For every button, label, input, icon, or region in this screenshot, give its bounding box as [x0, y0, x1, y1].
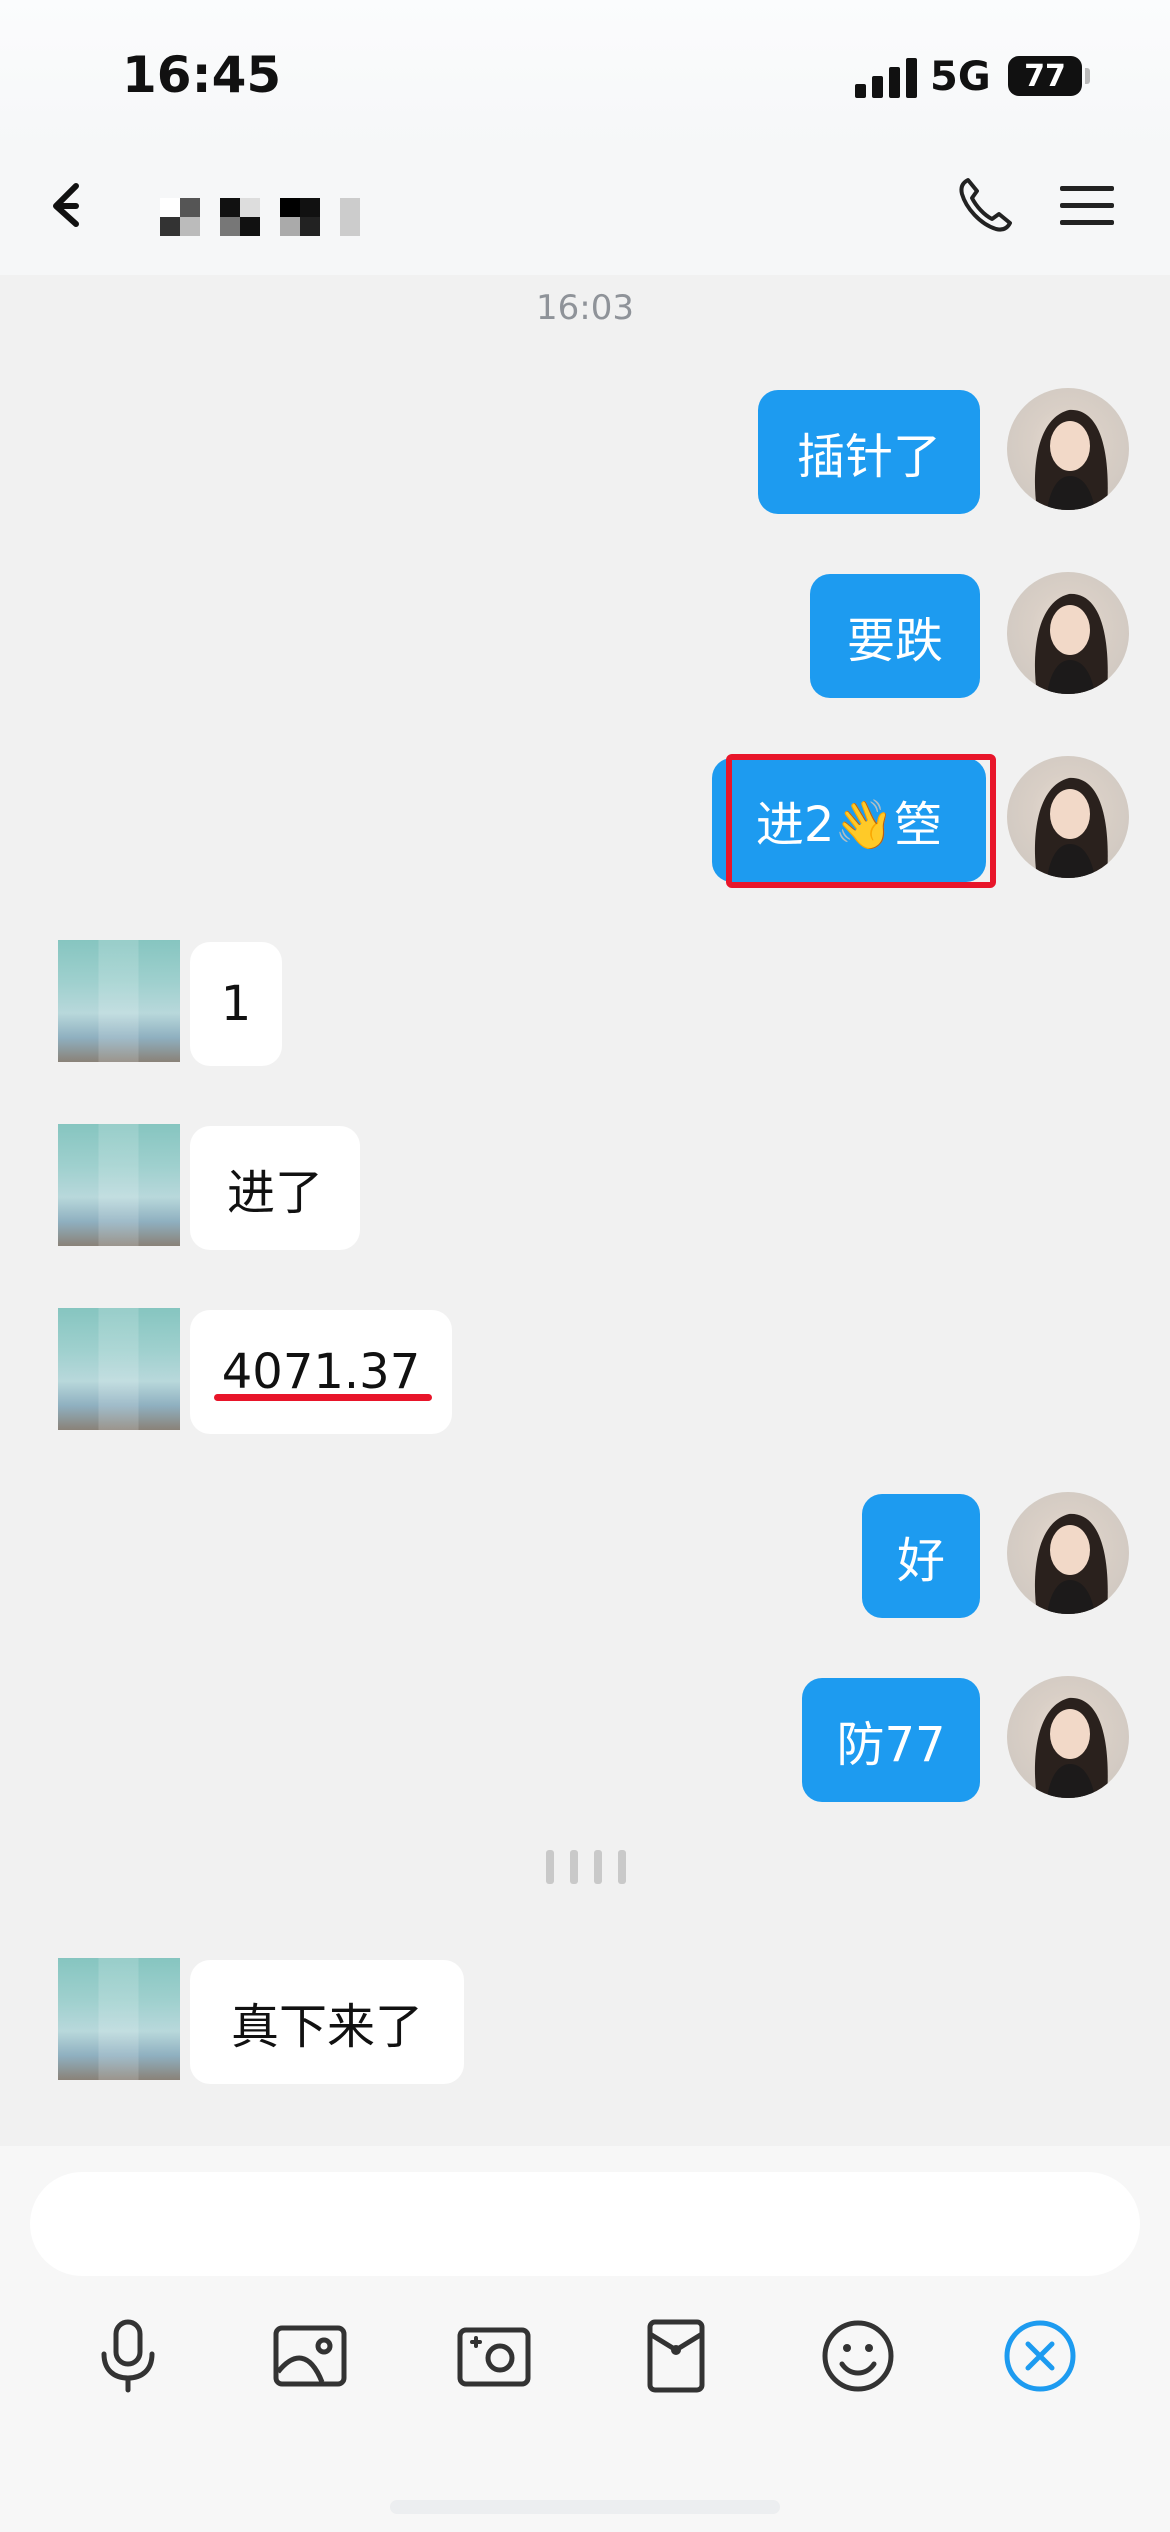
my-avatar[interactable]: [1007, 388, 1129, 510]
message-bubble[interactable]: 要跌: [810, 574, 980, 698]
portrait-image: [1034, 777, 1108, 878]
message-row-out: 要跌: [0, 572, 1170, 698]
contact-name-pixelated[interactable]: [160, 198, 360, 236]
portrait-image: [1034, 593, 1108, 694]
my-avatar[interactable]: [1007, 572, 1129, 694]
back-chevron-icon[interactable]: [46, 180, 96, 230]
contact-avatar-pixelated[interactable]: [58, 940, 180, 1062]
chat-screen: 16:45 5G 77 16:03 插针了 要跌 进2👋箜 1 进了 4071.…: [0, 0, 1170, 2532]
image-icon[interactable]: [270, 2316, 350, 2396]
recall-divider-mark: [546, 1850, 626, 1884]
message-row-out: 插针了: [0, 388, 1170, 514]
menu-icon[interactable]: [1058, 182, 1116, 230]
message-bubble[interactable]: 真下来了: [190, 1960, 464, 2084]
red-highlight-box: [726, 754, 996, 888]
microphone-icon[interactable]: [88, 2316, 168, 2396]
contact-avatar-pixelated[interactable]: [58, 1308, 180, 1430]
my-avatar[interactable]: [1007, 1676, 1129, 1798]
close-circle-icon[interactable]: [1000, 2316, 1080, 2396]
status-bar: 16:45 5G 77: [0, 0, 1170, 150]
contact-avatar-pixelated[interactable]: [58, 1958, 180, 2080]
chat-header: [0, 150, 1170, 275]
red-underline-mark: [214, 1394, 432, 1401]
battery-icon: 77: [1008, 56, 1082, 96]
red-packet-icon[interactable]: [636, 2316, 716, 2396]
input-area: [0, 2146, 1170, 2532]
network-type: 5G: [930, 54, 991, 100]
signal-icon: [855, 58, 917, 98]
message-bubble[interactable]: 进了: [190, 1126, 360, 1250]
message-bubble[interactable]: 好: [862, 1494, 980, 1618]
message-row-in: 进了: [0, 1124, 1170, 1250]
my-avatar[interactable]: [1007, 1492, 1129, 1614]
my-avatar[interactable]: [1007, 756, 1129, 878]
message-row-in: 4071.37: [0, 1308, 1170, 1434]
chat-timestamp: 16:03: [536, 288, 634, 328]
message-row-in: 真下来了: [0, 1958, 1170, 2084]
portrait-image: [1034, 1697, 1108, 1798]
message-bubble[interactable]: 1: [190, 942, 282, 1066]
battery-cap: [1085, 68, 1090, 84]
phone-icon[interactable]: [954, 174, 1016, 236]
message-row-out: 防77: [0, 1676, 1170, 1802]
message-row-in: 1: [0, 940, 1170, 1066]
emoji-icon[interactable]: [818, 2316, 898, 2396]
contact-avatar-pixelated[interactable]: [58, 1124, 180, 1246]
home-indicator[interactable]: [390, 2500, 780, 2514]
status-time: 16:45: [122, 46, 282, 104]
message-bubble[interactable]: 插针了: [758, 390, 980, 514]
portrait-image: [1034, 409, 1108, 510]
message-input[interactable]: [30, 2172, 1140, 2276]
message-row-out: 好: [0, 1492, 1170, 1618]
camera-icon[interactable]: [454, 2316, 534, 2396]
message-bubble-underlined[interactable]: 4071.37: [190, 1310, 452, 1434]
input-toolbar: [0, 2316, 1170, 2416]
message-bubble[interactable]: 防77: [802, 1678, 980, 1802]
portrait-image: [1034, 1513, 1108, 1614]
message-row-out: 进2👋箜: [0, 754, 1170, 888]
battery-level: 77: [1024, 58, 1066, 94]
